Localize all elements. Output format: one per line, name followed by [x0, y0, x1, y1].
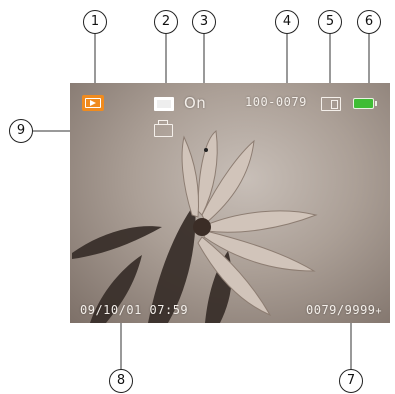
battery-full-icon [353, 98, 377, 109]
callout-5: 5 [318, 10, 342, 34]
camera-lcd-diagram: On 100-0079 09/10/01 07:59 0079/9999+ 1 … [0, 0, 395, 394]
counter-marker-text: + [375, 306, 383, 317]
callout-6: 6 [357, 10, 381, 34]
sd-card-icon [321, 97, 341, 111]
internal-memory-icon [154, 97, 174, 111]
callout-4: 4 [275, 10, 299, 34]
file-number-text: 100-0079 [245, 95, 307, 109]
callout-3: 3 [192, 10, 216, 34]
playback-photo-flower [72, 130, 318, 323]
callout-9: 9 [9, 119, 33, 143]
lcd-screen: On 100-0079 09/10/01 07:59 0079/9999+ [70, 83, 390, 323]
image-counter-text: 0079/9999 [306, 303, 376, 317]
playback-mode-icon [82, 95, 104, 111]
callout-8: 8 [109, 369, 133, 393]
date-time-text: 09/10/01 07:59 [80, 303, 189, 317]
callout-7: 7 [339, 369, 363, 393]
dpof-print-icon [154, 120, 173, 137]
image-counter: 0079/9999+ [306, 303, 382, 317]
callout-2: 2 [154, 10, 178, 34]
callout-1: 1 [83, 10, 107, 34]
protect-status-text: On [184, 94, 207, 112]
